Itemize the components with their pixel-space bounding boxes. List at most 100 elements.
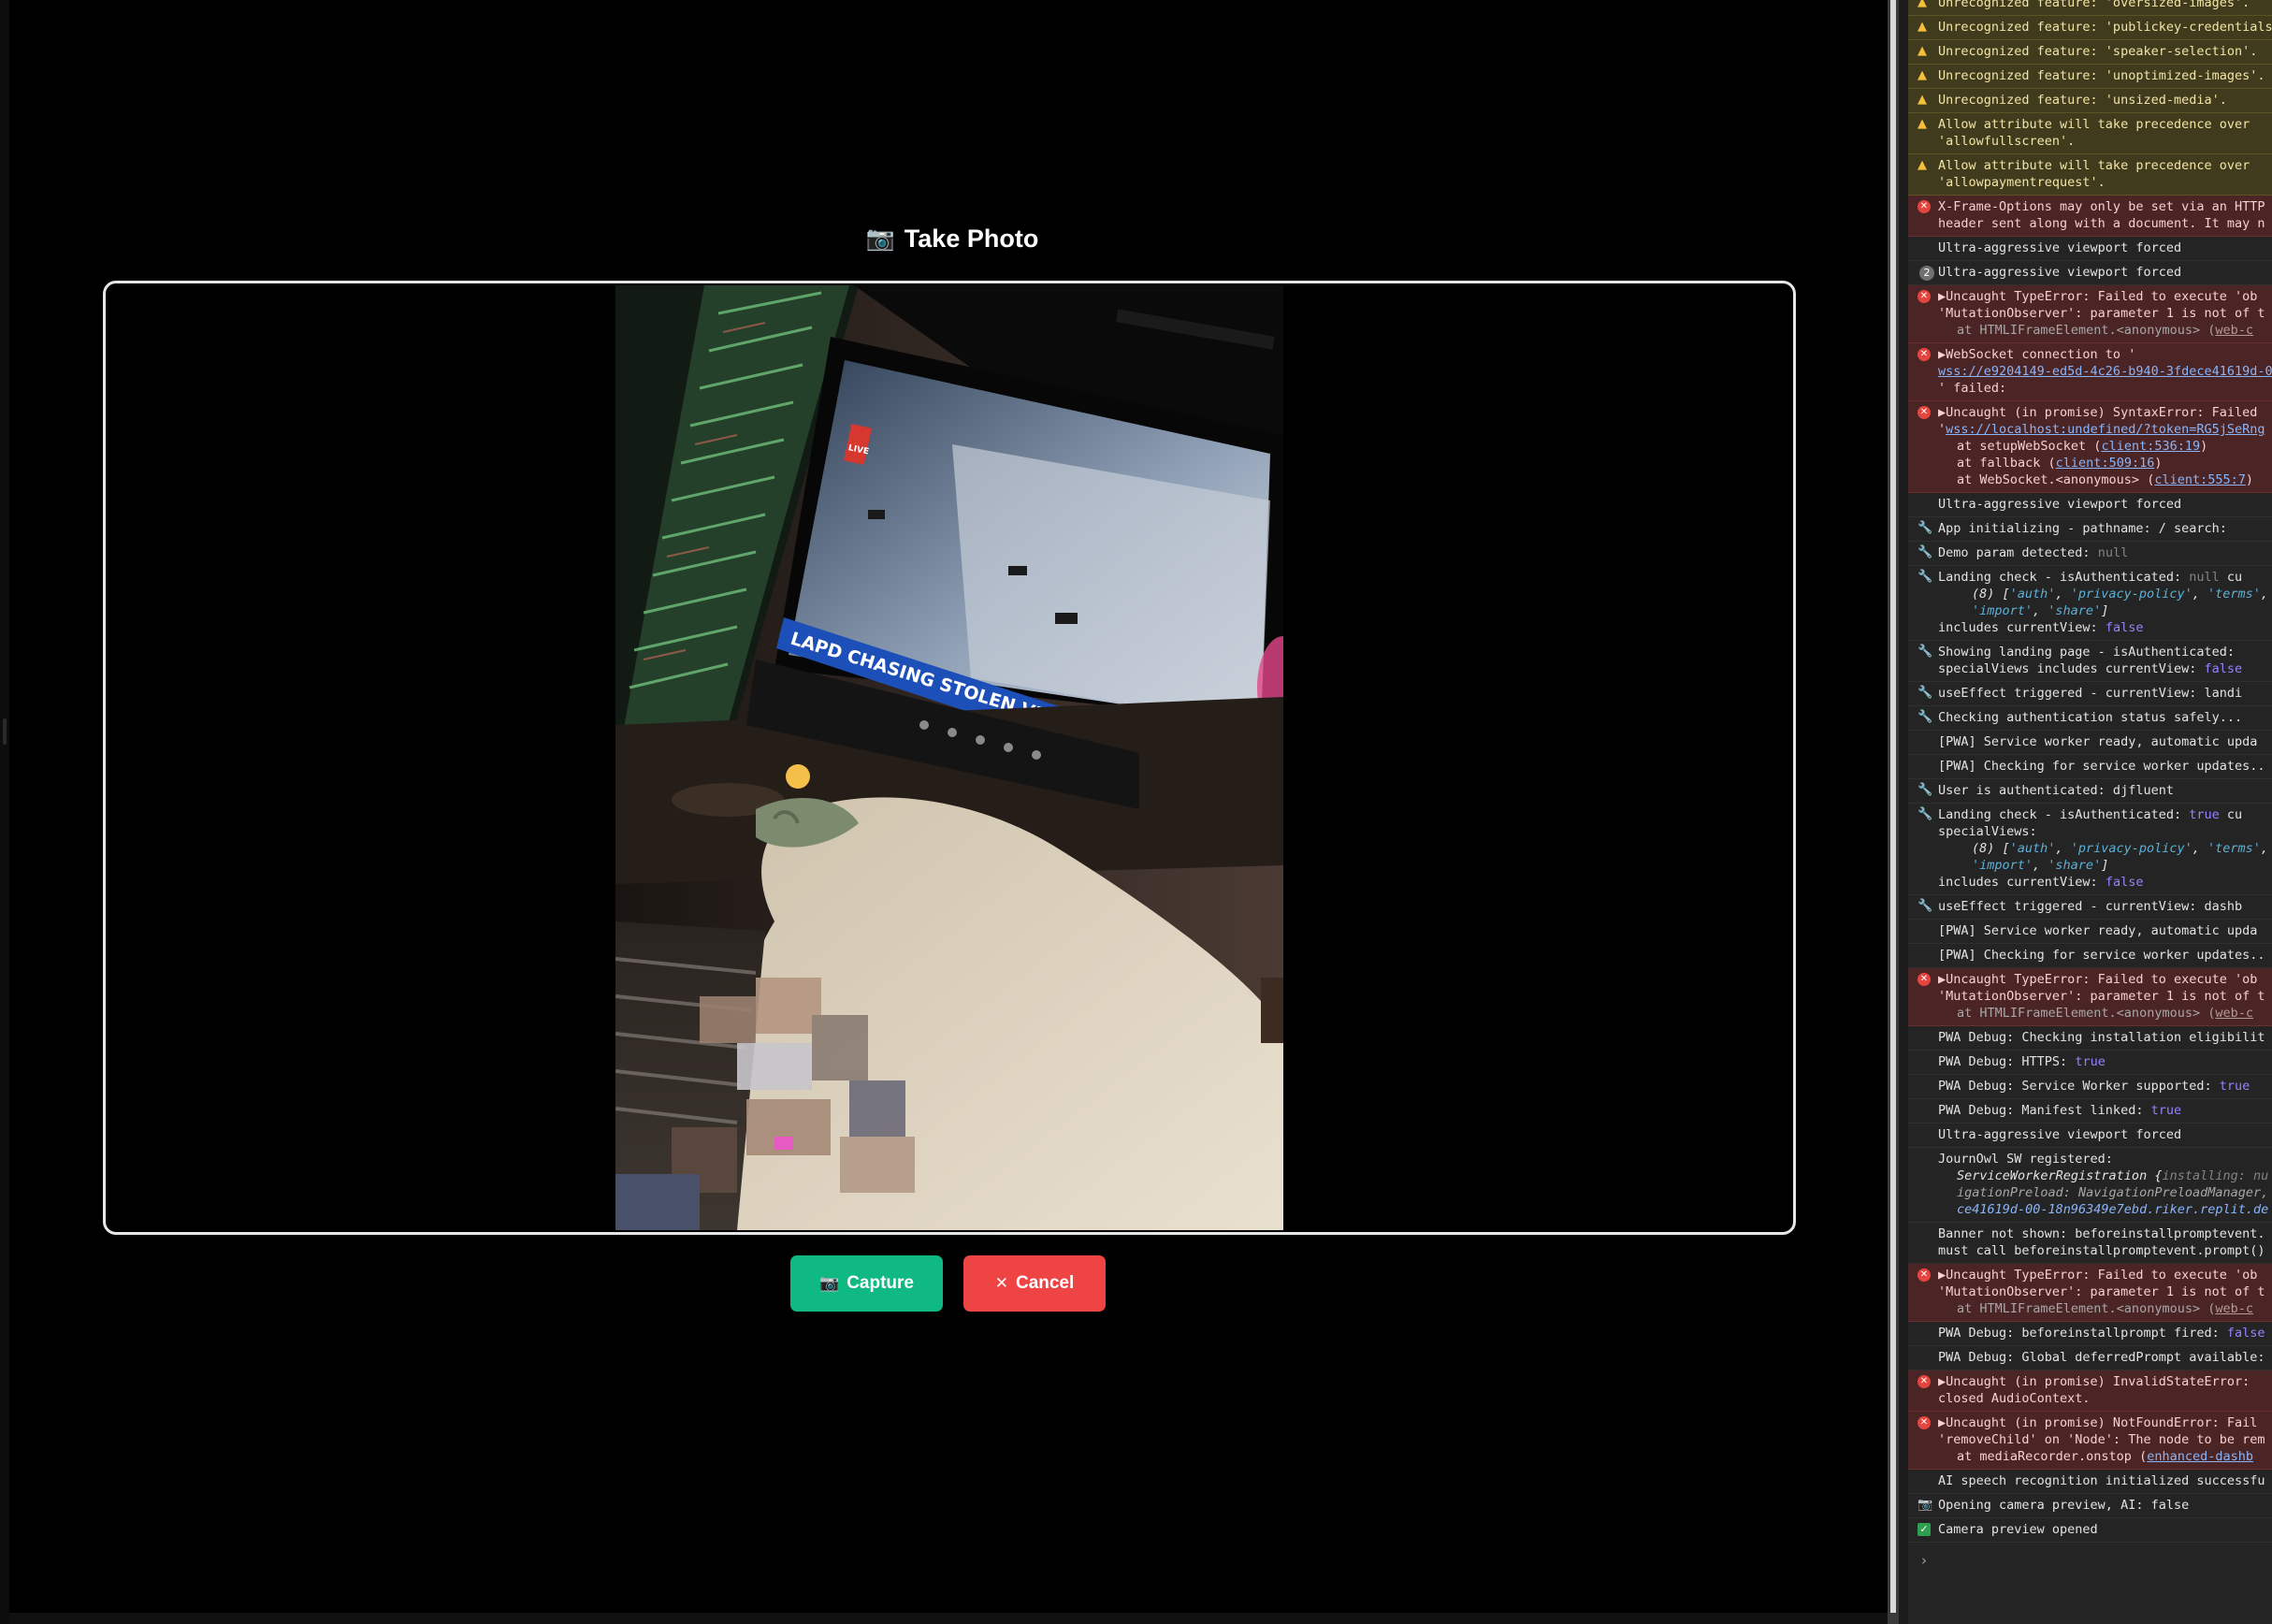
- warning-icon: ▲: [1917, 0, 1927, 9]
- devtools-resize-splitter[interactable]: [1899, 0, 1908, 1624]
- capture-label: Capture: [847, 1273, 914, 1293]
- scrollbar-thumb[interactable]: [1890, 0, 1896, 1613]
- camera-actions: 📷 Capture ✕ Cancel: [790, 1255, 1106, 1312]
- console-log: Banner not shown: beforeinstallprompteve…: [1908, 1223, 2272, 1264]
- source-link[interactable]: web-c: [2215, 1301, 2253, 1316]
- wrench-icon: 🔧: [1917, 783, 1933, 797]
- source-link[interactable]: client:555:7: [2154, 472, 2246, 487]
- source-link[interactable]: client:509:16: [2056, 456, 2155, 471]
- console-error[interactable]: ✕ ▶Uncaught (in promise) InvalidStateErro…: [1908, 1370, 2272, 1412]
- repeat-count-badge: 2: [1919, 266, 1934, 281]
- console-log: 🔧 Showing landing page - isAuthenticated:…: [1908, 641, 2272, 682]
- console-log: AI speech recognition initialized succes…: [1908, 1470, 2272, 1494]
- console-log: PWA Debug: HTTPS: true: [1908, 1051, 2272, 1075]
- console-error[interactable]: ✕ ▶Uncaught TypeError: Failed to execute …: [1908, 1264, 2272, 1322]
- wrench-icon: 🔧: [1917, 686, 1933, 700]
- console-error: ✕ X-Frame-Options may only be set via an …: [1908, 196, 2272, 237]
- console-log: [PWA] Checking for service worker update…: [1908, 944, 2272, 968]
- left-resize-handle[interactable]: [3, 718, 7, 745]
- source-link[interactable]: web-c: [2215, 323, 2253, 338]
- console-warning: ▲ Unrecognized feature: 'publickey-creden…: [1908, 16, 2272, 40]
- console-log: 🔧 useEffect triggered - currentView: dash…: [1908, 895, 2272, 920]
- websocket-url-link[interactable]: wss://localhost:undefined/?token=RG5jSeR…: [1946, 422, 2265, 437]
- camera-frame-image: LIVE LAPD CHASING STOLEN VEHICLE SUSPECT: [615, 285, 1283, 1230]
- console-log: Ultra-aggressive viewport forced: [1908, 1124, 2272, 1148]
- console-log: PWA Debug: Global deferredPrompt availab…: [1908, 1346, 2272, 1370]
- console-log: 🔧 Checking authentication status safely..…: [1908, 706, 2272, 731]
- camera-video-feed: LIVE LAPD CHASING STOLEN VEHICLE SUSPECT: [615, 285, 1283, 1230]
- console-log: [PWA] Service worker ready, automatic up…: [1908, 920, 2272, 944]
- app-bottom-edge: [9, 1613, 1888, 1624]
- devtools-console: ▲ Unrecognized feature: 'oversized-images…: [1908, 0, 2272, 1624]
- console-log: 🔧 useEffect triggered - currentView: land…: [1908, 682, 2272, 706]
- check-icon: ✓: [1917, 1523, 1931, 1536]
- camera-icon: 📷: [865, 225, 895, 252]
- cancel-label: Cancel: [1015, 1273, 1075, 1293]
- console-error[interactable]: ✕ ▶Uncaught TypeError: Failed to execute …: [1908, 285, 2272, 343]
- warning-icon: ▲: [1917, 68, 1927, 82]
- console-log: 📷 Opening camera preview, AI: false: [1908, 1494, 2272, 1518]
- console-log: [PWA] Service worker ready, automatic up…: [1908, 731, 2272, 755]
- camera-icon: 📷: [819, 1274, 840, 1292]
- wrench-icon: 🔧: [1917, 545, 1933, 559]
- error-icon: ✕: [1917, 1416, 1931, 1429]
- console-warning: ▲ Allow attribute will take precedence ov…: [1908, 154, 2272, 196]
- camera-icon: 📷: [1917, 1498, 1933, 1512]
- wrench-icon: 🔧: [1917, 710, 1933, 724]
- console-log: PWA Debug: Manifest linked: true: [1908, 1099, 2272, 1124]
- console-log: 2 Ultra-aggressive viewport forced: [1908, 261, 2272, 285]
- wrench-icon: 🔧: [1917, 645, 1933, 659]
- console-warning: ▲ Unrecognized feature: 'unsized-media'.: [1908, 89, 2272, 113]
- error-icon: ✕: [1917, 200, 1931, 213]
- warning-icon: ▲: [1917, 20, 1927, 34]
- console-warning: ▲ Unrecognized feature: 'speaker-selectio…: [1908, 40, 2272, 65]
- console-log: ✓ Camera preview opened: [1908, 1518, 2272, 1543]
- wrench-icon: 🔧: [1917, 521, 1933, 535]
- wrench-icon: 🔧: [1917, 570, 1933, 584]
- warning-icon: ▲: [1917, 158, 1927, 172]
- console-log: Ultra-aggressive viewport forced: [1908, 237, 2272, 261]
- console-log[interactable]: JournOwl SW registered: ServiceWorkerRegi…: [1908, 1148, 2272, 1223]
- console-log[interactable]: 🔧 Landing check - isAuthenticated: true c…: [1908, 804, 2272, 895]
- error-icon: ✕: [1917, 973, 1931, 986]
- warning-icon: ▲: [1917, 93, 1927, 107]
- console-error[interactable]: ✕ ▶Uncaught TypeError: Failed to execute …: [1908, 968, 2272, 1026]
- console-log: PWA Debug: beforeinstallprompt fired: fa…: [1908, 1322, 2272, 1346]
- console-warning: ▲ Allow attribute will take precedence ov…: [1908, 113, 2272, 154]
- source-link[interactable]: client:536:19: [2101, 439, 2200, 454]
- console-warning: ▲ Unrecognized feature: 'unoptimized-imag…: [1908, 65, 2272, 89]
- source-link[interactable]: web-c: [2215, 1006, 2253, 1021]
- console-warning: ▲ Unrecognized feature: 'oversized-images…: [1908, 0, 2272, 16]
- console-log: 🔧 App initializing - pathname: / search:: [1908, 517, 2272, 542]
- console-error[interactable]: ✕ ▶Uncaught (in promise) SyntaxError: Fai…: [1908, 401, 2272, 493]
- panel-scrollbar[interactable]: [1888, 0, 1899, 1624]
- app-viewport: 📷 Take Photo LIVE LAPD CHASING STOLEN VE…: [0, 0, 1888, 1624]
- error-icon: ✕: [1917, 348, 1931, 361]
- modal-title: 📷 Take Photo: [0, 225, 1888, 254]
- modal-title-text: Take Photo: [904, 225, 1039, 253]
- console-input-prompt[interactable]: ›: [1908, 1543, 2272, 1569]
- error-icon: ✕: [1917, 406, 1931, 419]
- console-log: Ultra-aggressive viewport forced: [1908, 493, 2272, 517]
- capture-button[interactable]: 📷 Capture: [790, 1255, 943, 1312]
- cancel-button[interactable]: ✕ Cancel: [963, 1255, 1106, 1312]
- error-icon: ✕: [1917, 1269, 1931, 1282]
- console-log: 🔧 Demo param detected: null: [1908, 542, 2272, 566]
- console-error[interactable]: ✕ ▶Uncaught (in promise) NotFoundError: F…: [1908, 1412, 2272, 1470]
- console-log[interactable]: 🔧 Landing check - isAuthenticated: null c…: [1908, 566, 2272, 641]
- console-log: PWA Debug: Checking installation eligibi…: [1908, 1026, 2272, 1051]
- console-log: [PWA] Checking for service worker update…: [1908, 755, 2272, 779]
- warning-icon: ▲: [1917, 117, 1927, 131]
- warning-icon: ▲: [1917, 44, 1927, 58]
- wrench-icon: 🔧: [1917, 899, 1933, 913]
- console-log: 🔧 User is authenticated: djfluent: [1908, 779, 2272, 804]
- error-icon: ✕: [1917, 1375, 1931, 1388]
- websocket-url-link[interactable]: wss://e9204149-ed5d-4c26-b940-3fdece4161…: [1938, 364, 2272, 379]
- close-icon: ✕: [994, 1274, 1008, 1292]
- error-icon: ✕: [1917, 290, 1931, 303]
- wrench-icon: 🔧: [1917, 807, 1933, 821]
- console-error[interactable]: ✕ ▶WebSocket connection to ' wss://e920414…: [1908, 343, 2272, 401]
- camera-preview-frame: LIVE LAPD CHASING STOLEN VEHICLE SUSPECT: [103, 281, 1796, 1235]
- console-log: PWA Debug: Service Worker supported: tru…: [1908, 1075, 2272, 1099]
- source-link[interactable]: enhanced-dashb: [2147, 1449, 2253, 1464]
